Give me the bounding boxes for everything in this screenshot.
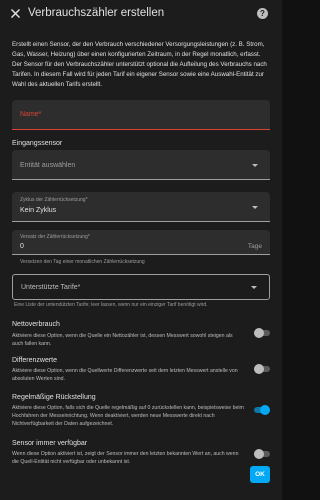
option-title-periodic-reset: Regelmäßige Rückstellung <box>12 394 96 401</box>
offset-label: Versatz der Zählerrücksetzung* <box>20 234 90 240</box>
toggle-knob <box>254 364 264 374</box>
input-sensor-label: Eingangssensor <box>12 140 63 147</box>
tariffs-helper: Eine Liste der unterstützten Tarife; lee… <box>14 302 208 308</box>
chevron-down-icon <box>251 286 257 289</box>
close-icon <box>10 8 20 18</box>
help-icon[interactable]: ? <box>257 7 268 19</box>
option-title-delta-values: Differenzwerte <box>12 357 58 364</box>
offset-value: 0 <box>20 243 24 250</box>
entity-placeholder: Entität auswählen <box>20 162 76 169</box>
dialog-content: Erstellt einen Sensor, der den Verbrauch… <box>0 26 282 500</box>
entity-picker[interactable]: Entität auswählen <box>12 150 270 180</box>
tariffs-select[interactable]: Unterstützte Tarife* <box>12 274 270 300</box>
toggle-periodic-reset[interactable] <box>254 405 270 415</box>
dialog-header: Verbrauchszähler erstellen ? <box>0 0 282 26</box>
option-desc-always-available: Wenn diese Option aktiviert ist, zeigt d… <box>12 451 239 465</box>
option-desc-net-consumption: Aktiviere diese Option, wenn die Quelle … <box>12 333 233 347</box>
toggle-knob <box>254 328 264 338</box>
toggle-knob <box>260 405 270 415</box>
name-field[interactable]: Name* <box>12 100 270 130</box>
offset-field[interactable]: Versatz der Zählerrücksetzung* 0 Tage <box>12 230 270 255</box>
toggle-knob <box>254 449 264 459</box>
option-desc-periodic-reset: Aktiviere diese Option, falls sich die Q… <box>12 405 244 427</box>
chevron-down-icon <box>252 164 258 167</box>
tariffs-placeholder: Unterstützte Tarife* <box>21 284 81 291</box>
cycle-label: Zyklus der Zählerrücksetzung* <box>20 197 88 203</box>
intro-text: Erstellt einen Sensor, der den Verbrauch… <box>12 41 267 88</box>
option-title-always-available: Sensor immer verfügbar <box>12 440 88 447</box>
close-button[interactable] <box>4 0 26 26</box>
toggle-net-consumption[interactable] <box>254 328 270 338</box>
toggle-delta-values[interactable] <box>254 364 270 374</box>
name-placeholder: Name* <box>20 111 42 118</box>
chevron-down-icon <box>252 206 258 209</box>
ok-button[interactable]: OK <box>250 466 270 483</box>
cycle-select[interactable]: Zyklus der Zählerrücksetzung* Kein Zyklu… <box>12 192 270 222</box>
dialog-title: Verbrauchszähler erstellen <box>28 7 165 19</box>
toggle-always-available[interactable] <box>254 449 270 459</box>
offset-unit: Tage <box>247 243 262 250</box>
option-desc-delta-values: Aktiviere diese Option, wenn die Quellwe… <box>12 368 238 382</box>
offset-helper: Versetzen den Tag einer monatlichen Zähl… <box>20 259 145 265</box>
cycle-value: Kein Zyklus <box>20 207 57 214</box>
option-title-net-consumption: Nettoverbrauch <box>12 321 60 328</box>
